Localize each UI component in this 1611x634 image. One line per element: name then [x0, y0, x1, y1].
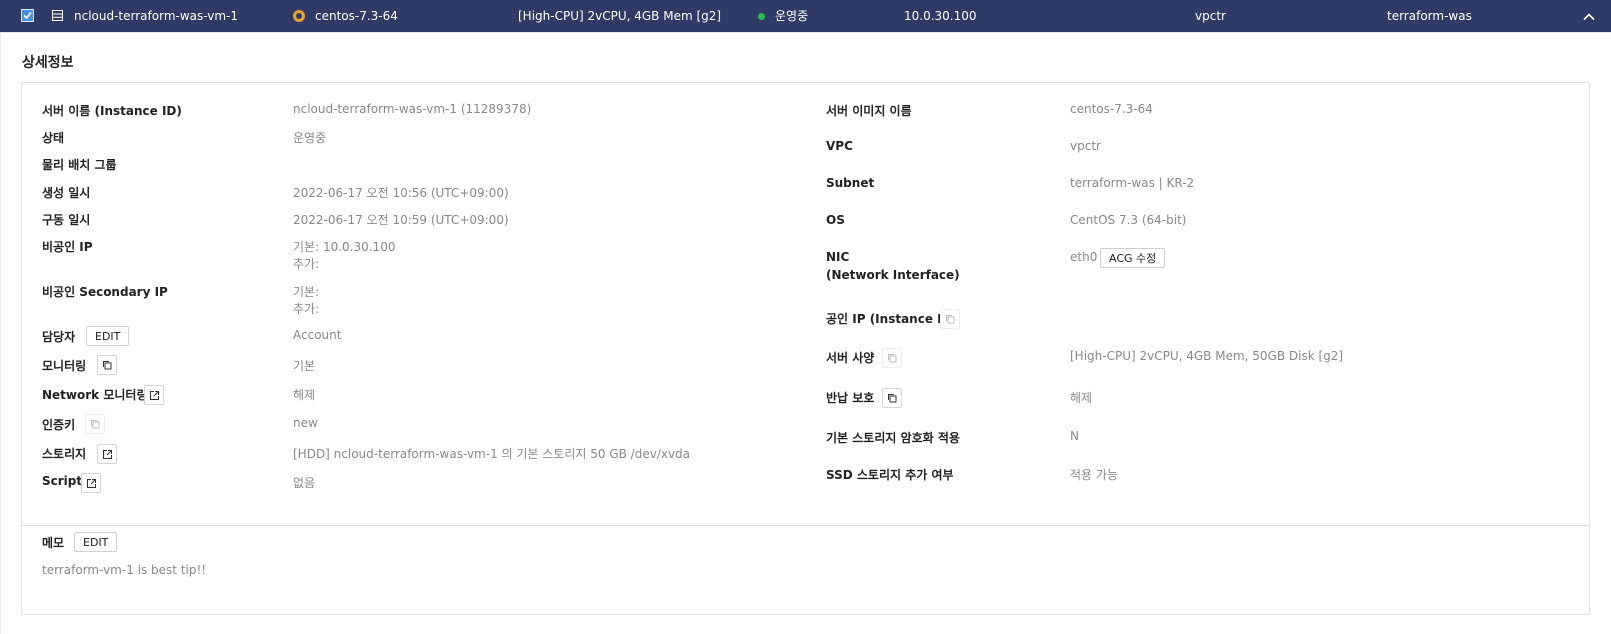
- value-script: 없음: [293, 476, 316, 490]
- external-link-icon[interactable]: [144, 385, 164, 405]
- acg-edit-button[interactable]: ACG 수정: [1100, 248, 1166, 268]
- value-network-monitoring: 해제: [293, 388, 316, 402]
- label-nic: NIC: [826, 250, 850, 264]
- label-public-ip: 공인 IP (Instance ID): [826, 312, 958, 326]
- header-server-name: ncloud-terraform-was-vm-1: [74, 9, 239, 23]
- value-storage: [HDD] ncloud-terraform-was-vm-1 의 기본 스토리…: [293, 447, 691, 461]
- copy-icon[interactable]: [85, 414, 105, 434]
- server-row-header[interactable]: ncloud-terraform-was-vm-1 centos-7.3-64 …: [0, 0, 1611, 32]
- divider: [0, 32, 1611, 33]
- label-private-ip: 비공인 IP: [42, 240, 93, 254]
- external-link-icon[interactable]: [81, 473, 101, 493]
- label-server-spec: 서버 사양: [826, 351, 875, 365]
- external-link-icon[interactable]: [97, 444, 117, 464]
- label-subnet: Subnet: [826, 176, 875, 190]
- value-private-ip-main: 기본: 10.0.30.100: [293, 240, 396, 254]
- value-storage-encryption: N: [1070, 429, 1079, 443]
- label-auth-key: 인증키: [42, 418, 76, 432]
- label-secondary-ip: 비공인 Secondary IP: [42, 285, 168, 299]
- copy-icon[interactable]: [882, 388, 902, 408]
- value-status: 운영중: [293, 131, 327, 145]
- value-subnet: terraform-was | KR-2: [1070, 176, 1195, 190]
- value-memo: terraform-vm-1 is best tip!!: [42, 563, 207, 577]
- chevron-up-icon[interactable]: [1582, 10, 1596, 24]
- value-monitoring: 기본: [293, 359, 316, 373]
- value-ssd-add: 적용 가능: [1070, 468, 1118, 482]
- label-script: Script: [42, 474, 83, 488]
- header-status: 운영중: [775, 9, 809, 23]
- header-subnet: terraform-was: [1387, 9, 1472, 23]
- label-image-name: 서버 이미지 이름: [826, 104, 912, 118]
- value-secondary-ip-main: 기본:: [293, 285, 320, 299]
- label-network-monitoring: Network 모니터링: [42, 388, 148, 402]
- label-os: OS: [826, 213, 845, 227]
- label-storage-encryption: 기본 스토리지 암호화 적용: [826, 431, 960, 445]
- label-monitoring: 모니터링: [42, 359, 87, 373]
- divider: [0, 33, 1, 634]
- value-vpc: vpctr: [1070, 139, 1101, 153]
- value-private-ip-extra: 추가:: [293, 257, 320, 271]
- value-image-name: centos-7.3-64: [1070, 102, 1153, 116]
- value-auth-key: new: [293, 416, 318, 430]
- copy-icon[interactable]: [940, 309, 960, 329]
- value-server-name: ncloud-terraform-was-vm-1 (11289378): [293, 102, 532, 116]
- label-status: 상태: [42, 131, 65, 145]
- label-placement-group: 물리 배치 그룹: [42, 158, 117, 172]
- value-return-protection: 해제: [1070, 391, 1093, 405]
- divider: [22, 525, 1589, 526]
- label-nic-sub: (Network Interface): [826, 268, 960, 282]
- label-storage: 스토리지: [42, 447, 87, 461]
- section-title: 상세정보: [22, 55, 74, 71]
- label-manager: 담당자: [42, 330, 76, 344]
- centos-icon: [293, 10, 305, 22]
- label-memo: 메모: [42, 536, 65, 550]
- header-ip: 10.0.30.100: [904, 9, 977, 23]
- value-started: 2022-06-17 오전 10:59 (UTC+09:00): [293, 213, 509, 227]
- value-secondary-ip-extra: 추가:: [293, 302, 320, 316]
- value-server-spec: [High-CPU] 2vCPU, 4GB Mem, 50GB Disk [g2…: [1070, 349, 1344, 363]
- value-manager: Account: [293, 328, 342, 342]
- manager-edit-button[interactable]: EDIT: [86, 326, 130, 346]
- label-return-protection: 반납 보호: [826, 391, 875, 405]
- copy-icon[interactable]: [97, 355, 117, 375]
- status-dot-icon: [758, 13, 765, 20]
- copy-icon[interactable]: [882, 348, 902, 368]
- row-checkbox[interactable]: [21, 9, 34, 22]
- label-created: 생성 일시: [42, 186, 91, 200]
- detail-panel: 서버 이름 (Instance ID) ncloud-terraform-was…: [21, 82, 1590, 615]
- label-started: 구동 일시: [42, 213, 91, 227]
- header-image: centos-7.3-64: [315, 9, 398, 23]
- label-server-name: 서버 이름 (Instance ID): [42, 104, 182, 118]
- header-spec: [High-CPU] 2vCPU, 4GB Mem [g2]: [518, 9, 722, 23]
- value-created: 2022-06-17 오전 10:56 (UTC+09:00): [293, 186, 509, 200]
- memo-edit-button[interactable]: EDIT: [74, 532, 118, 552]
- label-ssd-add: SSD 스토리지 추가 여부: [826, 468, 954, 482]
- label-vpc: VPC: [826, 139, 853, 153]
- value-os: CentOS 7.3 (64-bit): [1070, 213, 1187, 227]
- server-icon: [52, 10, 63, 21]
- header-vpc: vpctr: [1195, 9, 1226, 23]
- value-nic: eth0: [1070, 250, 1098, 264]
